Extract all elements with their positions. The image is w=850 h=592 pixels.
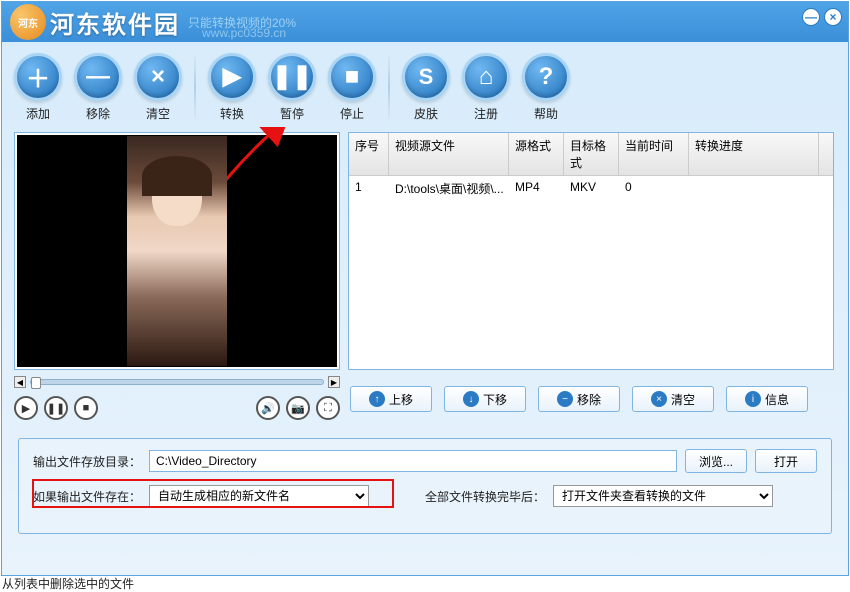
- preview-panel: ◀ ▶ ▶ ❚❚ ■ 🔊 📷 ⛶: [14, 132, 340, 420]
- seek-back-button[interactable]: ◀: [14, 376, 26, 388]
- question-icon: ?: [522, 53, 570, 101]
- seek-slider[interactable]: ◀ ▶: [14, 376, 340, 388]
- arrow-up-icon: ↑: [369, 391, 385, 407]
- stop-icon: ■: [328, 53, 376, 101]
- toolbar: ＋ 添加 — 移除 × 清空 ▶ 转换 ❚❚ 暂停 ■: [2, 42, 848, 132]
- list-header: 序号 视频源文件 源格式 目标格式 当前时间 转换进度: [349, 133, 833, 176]
- logo-area: 河东 河东软件园: [10, 4, 180, 40]
- logo-icon: 河东: [10, 4, 46, 40]
- exist-label: 如果输出文件存在：: [33, 488, 141, 505]
- output-panel: 输出文件存放目录： 浏览... 打开 如果输出文件存在： 自动生成相应的新文件名…: [18, 438, 832, 534]
- volume-button[interactable]: 🔊: [256, 396, 280, 420]
- titlebar: 河东 河东软件园 只能转换视频的20% www.pc0359.cn — ×: [2, 2, 848, 42]
- list-remove-button[interactable]: −移除: [538, 386, 620, 412]
- col-src-fmt[interactable]: 源格式: [509, 133, 564, 175]
- fullscreen-button[interactable]: ⛶: [316, 396, 340, 420]
- move-up-button[interactable]: ↑上移: [350, 386, 432, 412]
- browse-button[interactable]: 浏览...: [685, 449, 747, 473]
- remove-button[interactable]: — 移除: [74, 53, 122, 122]
- output-dir-input[interactable]: [149, 450, 677, 472]
- close-button[interactable]: ×: [824, 8, 842, 26]
- preview-play-button[interactable]: ▶: [14, 396, 38, 420]
- pause-icon: ❚❚: [268, 53, 316, 101]
- skin-icon: S: [402, 53, 450, 101]
- status-bar: 从列表中删除选中的文件: [2, 575, 134, 592]
- site-name: 河东软件园: [50, 5, 180, 40]
- play-icon: ▶: [208, 53, 256, 101]
- file-list-panel: 序号 视频源文件 源格式 目标格式 当前时间 转换进度 1 D:\tools\桌…: [348, 132, 836, 420]
- list-body[interactable]: 1 D:\tools\桌面\视频\... MP4 MKV 0: [349, 176, 833, 386]
- snapshot-button[interactable]: 📷: [286, 396, 310, 420]
- home-icon: ⌂: [462, 53, 510, 101]
- skin-button[interactable]: S 皮肤: [402, 53, 450, 122]
- pause-button[interactable]: ❚❚ 暂停: [268, 53, 316, 122]
- list-clear-button[interactable]: ×清空: [632, 386, 714, 412]
- minus-icon: —: [74, 53, 122, 101]
- minus-icon: −: [557, 391, 573, 407]
- video-preview[interactable]: [14, 132, 340, 370]
- slider-thumb[interactable]: [31, 377, 41, 389]
- watermark: www.pc0359.cn: [202, 26, 286, 40]
- after-select[interactable]: 打开文件夹查看转换的文件: [553, 485, 773, 507]
- exist-select[interactable]: 自动生成相应的新文件名: [149, 485, 369, 507]
- preview-thumbnail: [127, 136, 227, 366]
- separator: [388, 52, 390, 122]
- output-dir-label: 输出文件存放目录：: [33, 453, 141, 470]
- open-button[interactable]: 打开: [755, 449, 817, 473]
- col-source[interactable]: 视频源文件: [389, 133, 509, 175]
- separator: [194, 52, 196, 122]
- preview-stop-button[interactable]: ■: [74, 396, 98, 420]
- move-down-button[interactable]: ↓下移: [444, 386, 526, 412]
- plus-icon: ＋: [14, 53, 62, 101]
- stop-button[interactable]: ■ 停止: [328, 53, 376, 122]
- preview-pause-button[interactable]: ❚❚: [44, 396, 68, 420]
- add-button[interactable]: ＋ 添加: [14, 53, 62, 122]
- col-idx[interactable]: 序号: [349, 133, 389, 175]
- convert-button[interactable]: ▶ 转换: [208, 53, 256, 122]
- register-button[interactable]: ⌂ 注册: [462, 53, 510, 122]
- help-button[interactable]: ? 帮助: [522, 53, 570, 122]
- table-row[interactable]: 1 D:\tools\桌面\视频\... MP4 MKV 0: [349, 176, 833, 201]
- col-progress[interactable]: 转换进度: [689, 133, 819, 175]
- info-icon: i: [745, 391, 761, 407]
- arrow-down-icon: ↓: [463, 391, 479, 407]
- minimize-button[interactable]: —: [802, 8, 820, 26]
- col-tgt-fmt[interactable]: 目标格式: [564, 133, 619, 175]
- info-button[interactable]: i信息: [726, 386, 808, 412]
- x-icon: ×: [651, 391, 667, 407]
- clear-button[interactable]: × 清空: [134, 53, 182, 122]
- col-time[interactable]: 当前时间: [619, 133, 689, 175]
- x-icon: ×: [134, 53, 182, 101]
- after-label: 全部文件转换完毕后：: [425, 488, 545, 505]
- seek-fwd-button[interactable]: ▶: [328, 376, 340, 388]
